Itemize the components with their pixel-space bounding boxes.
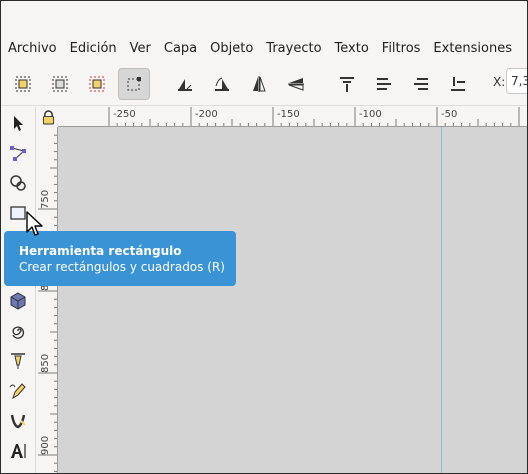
flip-vertical-button[interactable]	[206, 68, 238, 100]
select-all-layers-icon	[52, 76, 68, 92]
calligraphy-tool-button[interactable]	[4, 407, 32, 435]
ruler-label: -50	[441, 109, 458, 120]
raise-to-top-icon	[340, 77, 354, 92]
selector-tool-icon	[14, 116, 23, 131]
select-all-layers-button[interactable]	[44, 68, 76, 100]
select-bbox-icon	[127, 77, 141, 91]
pen-tool-button[interactable]	[4, 347, 32, 375]
tooltip-title: Herramienta rectángulo	[19, 244, 182, 258]
node-tool-icon	[10, 146, 26, 161]
x-coordinate-input[interactable]: 7,3	[506, 68, 527, 94]
select-all-button[interactable]	[7, 68, 39, 100]
menu-archivo[interactable]: Archivo	[1, 41, 63, 56]
horizontal-ruler[interactable]: -250 -200 -150 -100 -50	[58, 107, 527, 127]
lower-icon	[414, 78, 428, 90]
select-touching-icon	[89, 76, 105, 92]
tool-controls-bar	[1, 63, 527, 106]
ruler-label: 850	[40, 353, 51, 373]
flip-horizontal-button[interactable]	[169, 68, 201, 100]
pencil-tool-button[interactable]	[4, 377, 32, 405]
flip-horizontal-icon	[178, 79, 192, 91]
select-touching-button[interactable]	[81, 68, 113, 100]
pencil-tool-icon	[9, 383, 26, 400]
ruler-label: 900	[40, 435, 51, 455]
tooltip: Herramienta rectángulo Crear rectángulos…	[4, 231, 236, 286]
spiral-tool-button[interactable]	[4, 317, 32, 345]
ruler-label: -250	[113, 109, 136, 120]
raise-to-top-button[interactable]	[331, 68, 363, 100]
mouse-cursor-icon	[26, 211, 43, 236]
rotate-icon	[253, 76, 266, 92]
drawing-canvas[interactable]	[58, 127, 527, 473]
calligraphy-tool-icon	[10, 414, 26, 429]
lock-guides-toggle[interactable]	[38, 107, 58, 127]
tooltip-description: Crear rectángulos y cuadrados (R)	[19, 260, 225, 274]
menu-bar: Archivo Edición Ver Capa Objeto Trayecto…	[1, 37, 518, 59]
menu-edicion[interactable]: Edición	[63, 41, 123, 56]
toolbox	[1, 107, 36, 473]
vertical-ruler[interactable]: 750 800 850 900	[38, 127, 58, 473]
ruler-label: -150	[277, 109, 300, 120]
selector-tool-button[interactable]	[4, 109, 32, 137]
lower-to-bottom-button[interactable]	[442, 68, 474, 100]
spiral-tool-icon	[12, 326, 25, 339]
rotate-ccw-button[interactable]	[280, 68, 312, 100]
lock-icon	[42, 109, 54, 124]
menu-capa[interactable]: Capa	[157, 41, 203, 56]
menu-objeto[interactable]: Objeto	[203, 41, 259, 56]
lower-button[interactable]	[405, 68, 437, 100]
menu-trayecto[interactable]: Trayecto	[259, 41, 327, 56]
x-coordinate-label: X:	[493, 75, 506, 89]
lower-to-bottom-icon	[451, 77, 465, 91]
shape-builder-tool-icon	[10, 175, 26, 191]
vertical-guide-line[interactable]	[441, 127, 442, 473]
ruler-label: -100	[359, 109, 382, 120]
raise-button[interactable]	[368, 68, 400, 100]
text-tool-icon	[11, 444, 26, 458]
flip-vertical-icon	[215, 77, 229, 91]
3d-box-tool-button[interactable]	[4, 287, 32, 315]
title-bar	[1, 1, 527, 33]
menu-filtros[interactable]: Filtros	[375, 41, 427, 56]
vertical-ruler-ticks	[38, 134, 57, 472]
app-window: Archivo Edición Ver Capa Objeto Trayecto…	[0, 0, 528, 474]
rotate-ccw-icon	[288, 78, 304, 91]
rotate-button[interactable]	[243, 68, 275, 100]
select-bbox-button[interactable]	[118, 68, 150, 100]
ruler-label: -200	[195, 109, 218, 120]
node-tool-button[interactable]	[4, 139, 32, 167]
3d-box-tool-icon	[10, 292, 26, 310]
select-all-icon	[15, 76, 31, 92]
pen-tool-icon	[11, 353, 25, 369]
raise-icon	[377, 78, 391, 90]
text-tool-button[interactable]	[4, 437, 32, 465]
menu-texto[interactable]: Texto	[328, 41, 375, 56]
shape-builder-tool-button[interactable]	[4, 169, 32, 197]
ruler-label: 750	[40, 189, 51, 209]
menu-extensiones[interactable]: Extensiones	[426, 41, 518, 56]
menu-ver[interactable]: Ver	[123, 41, 157, 56]
